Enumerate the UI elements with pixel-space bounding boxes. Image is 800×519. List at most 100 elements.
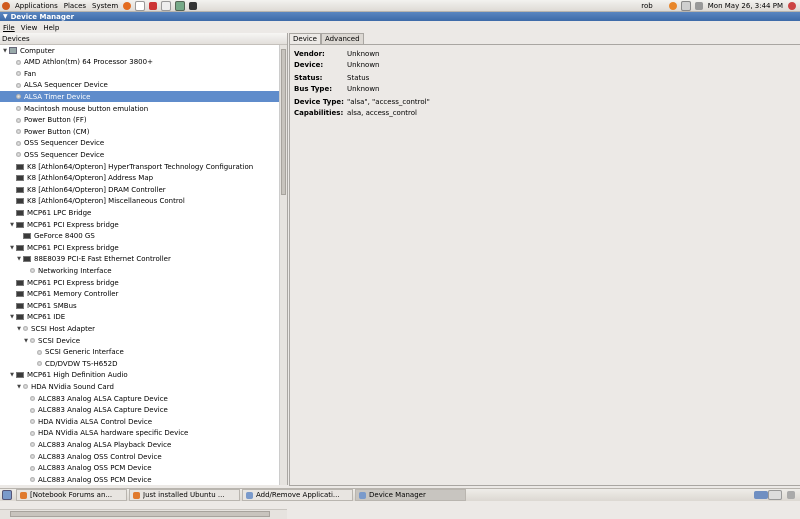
tree-row[interactable]: SCSI Generic Interface — [0, 347, 280, 358]
tree-vertical-scrollbar[interactable] — [279, 45, 287, 485]
expander-down-icon[interactable]: ▼ — [23, 338, 29, 344]
tree-row-label: GeForce 8400 GS — [34, 232, 95, 241]
taskbar-button[interactable]: Add/Remove Applicati... — [242, 489, 353, 501]
calculator-launcher-icon[interactable] — [175, 0, 186, 11]
document-launcher-icon[interactable] — [161, 0, 172, 11]
tree-row[interactable]: Power Button (FF) — [0, 115, 280, 126]
prop-status: Status: Status — [294, 74, 369, 82]
menu-help[interactable]: Help — [40, 24, 62, 32]
tree-row[interactable]: Power Button (CM) — [0, 126, 280, 137]
tree-row[interactable]: MCP61 SMBus — [0, 300, 280, 311]
tree-row[interactable]: Macintosh mouse button emulation — [0, 103, 280, 114]
prop-status-value: Status — [347, 74, 370, 82]
computer-icon — [9, 47, 17, 54]
help-launcher-icon[interactable] — [149, 1, 158, 10]
device-icon — [16, 59, 21, 65]
expander-down-icon[interactable]: ▼ — [9, 222, 15, 228]
expander-down-icon[interactable]: ▼ — [16, 384, 22, 390]
show-desktop-icon[interactable] — [2, 490, 12, 500]
tree-row-label: AMD Athlon(tm) 64 Processor 3800+ — [24, 58, 153, 67]
system-menu[interactable]: System — [89, 2, 121, 10]
menu-file[interactable]: File — [0, 24, 18, 32]
taskbar-button[interactable]: [Notebook Forums an... — [16, 489, 127, 501]
expander-down-icon[interactable]: ▼ — [9, 314, 15, 320]
expander-down-icon[interactable]: ▼ — [16, 256, 22, 262]
workspace-2-icon[interactable] — [768, 490, 782, 500]
tree-row[interactable]: HDA NVidia ALSA hardware specific Device — [0, 428, 280, 439]
tree-row-label: Computer — [20, 46, 55, 55]
tree-row[interactable]: ▼ MCP61 IDE — [0, 312, 280, 323]
tree-row[interactable]: ▼ HDA NVidia Sound Card — [0, 381, 280, 392]
tree-row[interactable]: ALC883 Analog OSS Control Device — [0, 451, 280, 462]
tree-row[interactable]: ▼ MCP61 PCI Express bridge — [0, 242, 280, 253]
tree-row[interactable]: ALC883 Analog ALSA Capture Device — [0, 393, 280, 404]
tree-row[interactable]: Fan — [0, 68, 280, 79]
mail-launcher-icon[interactable] — [135, 0, 146, 11]
tree-row[interactable]: Networking Interface — [0, 265, 280, 276]
tree-row[interactable]: ALC883 Analog ALSA Capture Device — [0, 405, 280, 416]
tree-row[interactable]: ALSA Timer Device — [0, 91, 280, 103]
user-name[interactable]: rob — [641, 2, 652, 10]
tree-row[interactable]: OSS Sequencer Device — [0, 138, 280, 149]
expander-down-icon[interactable]: ▼ — [9, 245, 15, 251]
chip-icon — [23, 233, 31, 240]
tree-row[interactable]: K8 [Athlon64/Opteron] DRAM Controller — [0, 184, 280, 195]
devices-column-header[interactable]: Devices — [0, 33, 287, 45]
tree-horizontal-scroll-thumb[interactable] — [10, 511, 270, 517]
tree-row[interactable]: ▼ MCP61 PCI Express bridge — [0, 219, 280, 230]
prop-vendor-value: Unknown — [347, 50, 380, 58]
task-app-icon — [133, 491, 140, 499]
tree-row[interactable]: K8 [Athlon64/Opteron] Miscellaneous Cont… — [0, 196, 280, 207]
clock[interactable]: Mon May 26, 3:44 PM — [708, 2, 783, 10]
applications-menu[interactable]: Applications — [12, 2, 61, 10]
tree-row-label: ALC883 Analog OSS PCM Device — [38, 475, 152, 484]
tree-row[interactable]: MCP61 LPC Bridge — [0, 207, 280, 218]
tree-vertical-scroll-thumb[interactable] — [281, 49, 286, 195]
tree-row[interactable]: AMD Athlon(tm) 64 Processor 3800+ — [0, 57, 280, 68]
update-notifier-icon[interactable] — [668, 1, 677, 10]
expander-down-icon[interactable]: ▼ — [2, 48, 8, 54]
network-icon[interactable] — [680, 0, 691, 11]
taskbar-button[interactable]: Device Manager — [355, 489, 466, 501]
expander-down-icon[interactable]: ▼ — [16, 326, 22, 332]
tree-row[interactable]: ALC883 Analog OSS PCM Device — [0, 474, 280, 485]
tree-row[interactable]: ALC883 Analog ALSA Playback Device — [0, 439, 280, 450]
ubuntu-logo-icon[interactable] — [2, 1, 10, 10]
tree-row[interactable]: ALC883 Analog OSS PCM Device — [0, 463, 280, 474]
tree-horizontal-scrollbar[interactable] — [0, 509, 287, 519]
device-icon — [23, 326, 28, 332]
tree-row[interactable]: ▼ SCSI Host Adapter — [0, 323, 280, 334]
tree-row[interactable]: OSS Sequencer Device — [0, 149, 280, 160]
tree-row[interactable]: HDA NVidia ALSA Control Device — [0, 416, 280, 427]
window-titlebar[interactable]: ▼ Device Manager — [0, 12, 800, 21]
tree-row[interactable]: GeForce 8400 GS — [0, 231, 280, 242]
device-icon — [16, 129, 21, 135]
tree-row[interactable]: K8 [Athlon64/Opteron] HyperTransport Tec… — [0, 161, 280, 172]
tree-row[interactable]: MCP61 Memory Controller — [0, 289, 280, 300]
chip-icon — [16, 279, 24, 286]
window-menu-icon[interactable]: ▼ — [3, 13, 8, 20]
terminal-launcher-icon[interactable] — [189, 1, 198, 10]
taskbar-button[interactable]: Just installed Ubuntu ... — [129, 489, 240, 501]
expander-down-icon[interactable]: ▼ — [9, 372, 15, 378]
tree-row[interactable]: ▼ MCP61 High Definition Audio — [0, 370, 280, 381]
volume-icon[interactable] — [694, 1, 703, 10]
tab-device[interactable]: Device — [289, 33, 321, 44]
device-icon — [30, 338, 35, 343]
power-icon[interactable] — [788, 1, 796, 10]
firefox-launcher-icon[interactable] — [123, 1, 132, 10]
tree-row[interactable]: ▼ SCSI Device — [0, 335, 280, 346]
tree-row[interactable]: CD/DVDW TS-H652D — [0, 358, 280, 369]
properties-tabs: Device Advanced — [289, 33, 800, 44]
tree-row[interactable]: ALSA Sequencer Device — [0, 80, 280, 91]
trash-icon[interactable] — [787, 491, 795, 499]
tab-advanced[interactable]: Advanced — [320, 33, 364, 44]
tree-row[interactable]: K8 [Athlon64/Opteron] Address Map — [0, 173, 280, 184]
workspace-switcher-icon[interactable] — [754, 491, 768, 499]
tree-row[interactable]: ▼ Computer — [0, 45, 280, 56]
window-title: Device Manager — [10, 12, 75, 21]
menu-view[interactable]: View — [18, 24, 41, 32]
tree-row[interactable]: ▼ 88E8039 PCI-E Fast Ethernet Controller — [0, 254, 280, 265]
tree-row[interactable]: MCP61 PCI Express bridge — [0, 277, 280, 288]
places-menu[interactable]: Places — [61, 2, 89, 10]
